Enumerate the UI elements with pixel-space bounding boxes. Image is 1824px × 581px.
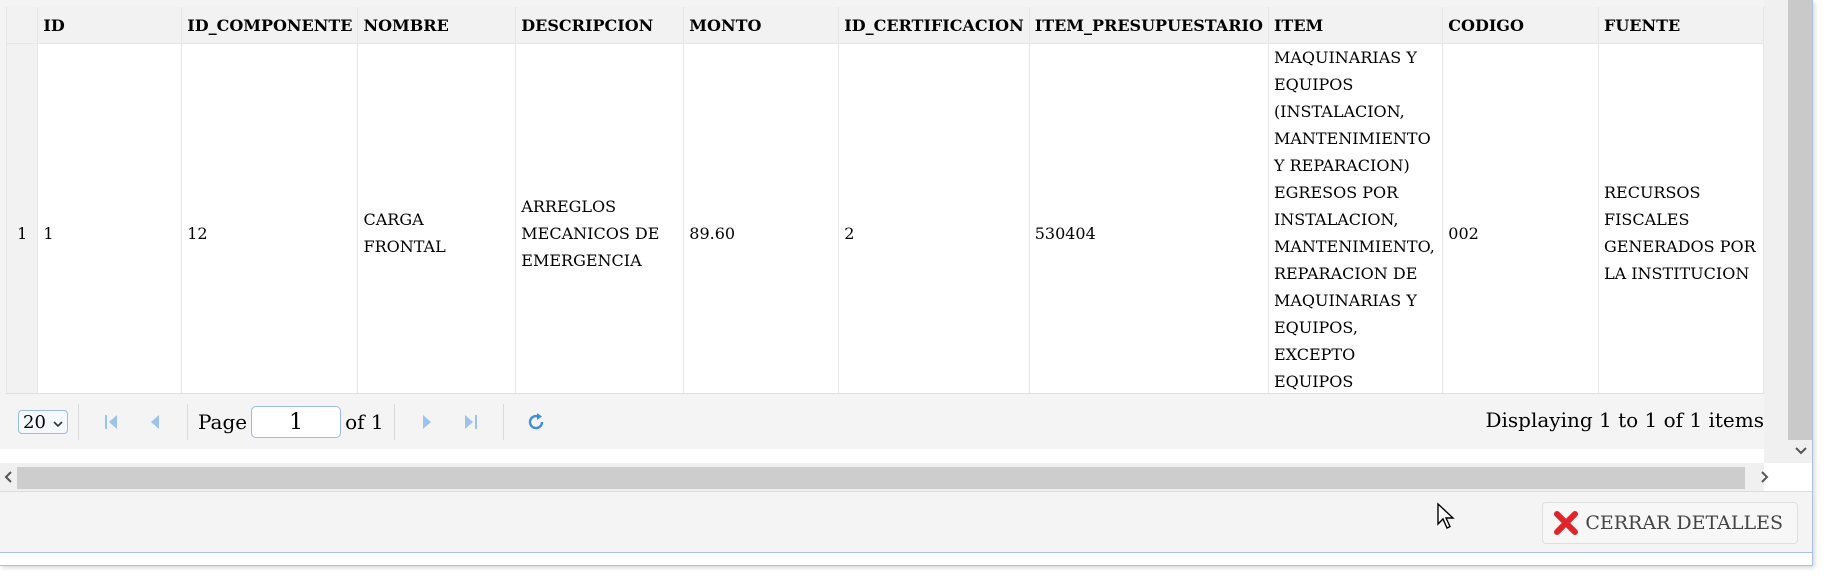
cell-monto: 89.60 xyxy=(683,43,840,423)
scroll-down-button[interactable] xyxy=(1791,442,1811,460)
mouse-cursor-icon xyxy=(1436,502,1456,534)
cell-id: 1 xyxy=(37,43,183,423)
refresh-icon xyxy=(528,413,543,430)
row-number: 1 xyxy=(5,43,39,423)
cell-item-presupuestario: 530404 xyxy=(1028,43,1269,423)
refresh-button[interactable] xyxy=(523,409,549,435)
close-details-label: CERRAR DETALLES xyxy=(1585,512,1783,534)
chevron-right-icon xyxy=(1761,471,1769,483)
scroll-left-button[interactable] xyxy=(0,468,16,486)
page-of-label: of 1 xyxy=(345,410,384,434)
display-summary: Displaying 1 to 1 of 1 items xyxy=(1485,408,1764,432)
rownum-header xyxy=(5,0,39,44)
first-page-button[interactable] xyxy=(98,409,124,435)
first-page-icon xyxy=(105,415,117,429)
column-header-codigo[interactable]: CODIGO xyxy=(1442,0,1599,44)
column-header-nombre[interactable]: NOMBRE xyxy=(357,0,517,44)
column-header-id-certificacion[interactable]: ID_CERTIFICACION xyxy=(838,0,1030,44)
chevron-down-icon xyxy=(1795,447,1807,455)
pager-separator xyxy=(393,404,395,440)
table-row[interactable]: 1 1 12 CARGA FRONTAL ARREGLOS MECANICOS … xyxy=(5,43,1764,423)
prev-page-icon xyxy=(151,415,159,429)
page-label: Page xyxy=(198,410,248,434)
pager-separator xyxy=(187,404,188,440)
chevron-left-icon xyxy=(4,471,12,483)
header-row: ID ID_COMPONENTE NOMBRE DESCRIPCION MONT… xyxy=(5,0,1764,44)
next-page-button[interactable] xyxy=(414,409,440,435)
pagination-bar: 20 Page of 1 xyxy=(6,393,1764,449)
page-number-input[interactable] xyxy=(251,406,342,438)
close-icon xyxy=(1553,510,1579,536)
dialog-footer: CERRAR DETALLES xyxy=(0,491,1812,553)
last-page-button[interactable] xyxy=(458,409,484,435)
column-header-descripcion[interactable]: DESCRIPCION xyxy=(515,0,685,44)
pager-separator xyxy=(502,404,504,440)
last-page-icon xyxy=(464,415,477,429)
cell-fuente: RECURSOS FISCALES GENERADOS POR LA INSTI… xyxy=(1597,43,1764,423)
scroll-right-button[interactable] xyxy=(1757,468,1773,486)
column-header-item[interactable]: ITEM xyxy=(1267,0,1444,44)
page-size-value: 20 xyxy=(23,411,46,433)
horizontal-scrollbar[interactable] xyxy=(0,463,1769,491)
cell-nombre: CARGA FRONTAL xyxy=(357,43,517,423)
horizontal-scroll-thumb[interactable] xyxy=(17,467,1745,489)
prev-page-button[interactable] xyxy=(142,409,168,435)
cell-id-componente: 12 xyxy=(181,43,359,423)
details-grid: ID ID_COMPONENTE NOMBRE DESCRIPCION MONT… xyxy=(0,0,1764,449)
cell-codigo: 002 xyxy=(1442,43,1599,423)
grid-table: ID ID_COMPONENTE NOMBRE DESCRIPCION MONT… xyxy=(5,0,1764,423)
vertical-scrollbar[interactable] xyxy=(1764,0,1812,463)
column-header-item-presupuestario[interactable]: ITEM_PRESUPUESTARIO xyxy=(1028,0,1269,44)
vertical-scroll-thumb[interactable] xyxy=(1788,0,1812,440)
cell-id-certificacion: 2 xyxy=(838,43,1030,423)
close-details-button[interactable]: CERRAR DETALLES xyxy=(1542,502,1798,544)
column-header-fuente[interactable]: FUENTE xyxy=(1597,0,1764,44)
column-header-monto[interactable]: MONTO xyxy=(683,0,840,44)
pager-separator xyxy=(78,404,79,440)
column-header-id[interactable]: ID xyxy=(37,0,183,44)
cell-descripcion: ARREGLOS MECANICOS DE EMERGENCIA xyxy=(515,43,685,423)
page-size-select[interactable]: 20 xyxy=(18,410,68,434)
column-header-id-componente[interactable]: ID_COMPONENTE xyxy=(181,0,359,44)
next-page-icon xyxy=(422,415,431,429)
chevron-down-icon xyxy=(53,412,63,433)
cell-item: MAQUINARIAS Y EQUIPOS (INSTALACION, MANT… xyxy=(1267,43,1444,423)
details-dialog: ID ID_COMPONENTE NOMBRE DESCRIPCION MONT… xyxy=(0,0,1813,566)
